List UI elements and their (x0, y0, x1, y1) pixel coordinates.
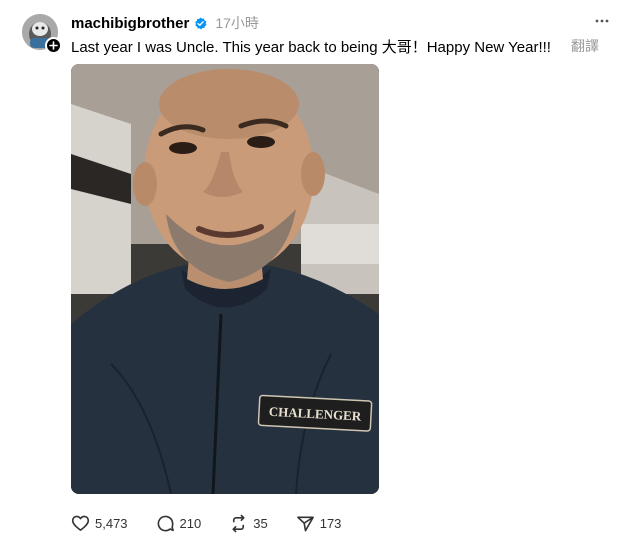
heart-icon (71, 515, 90, 531)
more-options-icon[interactable] (594, 13, 610, 29)
post-photo[interactable]: CHALLENGER (71, 64, 379, 494)
reply-count: 210 (179, 515, 202, 531)
repost-count: 35 (253, 515, 268, 531)
thread-post: machibigbrother 17小時 Last year I was Unc… (0, 0, 636, 546)
send-icon (296, 516, 314, 531)
avatar[interactable] (22, 14, 62, 54)
reply-button[interactable]: 210 (156, 514, 202, 533)
username-link[interactable]: machibigbrother (71, 15, 189, 32)
post-actions: 5,473 210 35 173 (71, 512, 369, 534)
post-timestamp[interactable]: 17小時 (215, 13, 259, 33)
comment-icon (157, 515, 174, 531)
repost-icon (232, 514, 245, 532)
like-count: 5,473 (95, 515, 128, 531)
translate-button[interactable]: 翻譯 (571, 36, 599, 56)
repost-button[interactable]: 35 (229, 514, 268, 533)
follow-plus-icon[interactable] (45, 37, 62, 54)
share-button[interactable]: 173 (296, 514, 342, 533)
verified-badge-icon (195, 16, 207, 29)
post-caption: Last year I was Uncle. This year back to… (71, 39, 551, 56)
post-header: machibigbrother 17小時 (71, 12, 259, 34)
share-count: 173 (319, 515, 342, 531)
like-button[interactable]: 5,473 (71, 514, 128, 533)
